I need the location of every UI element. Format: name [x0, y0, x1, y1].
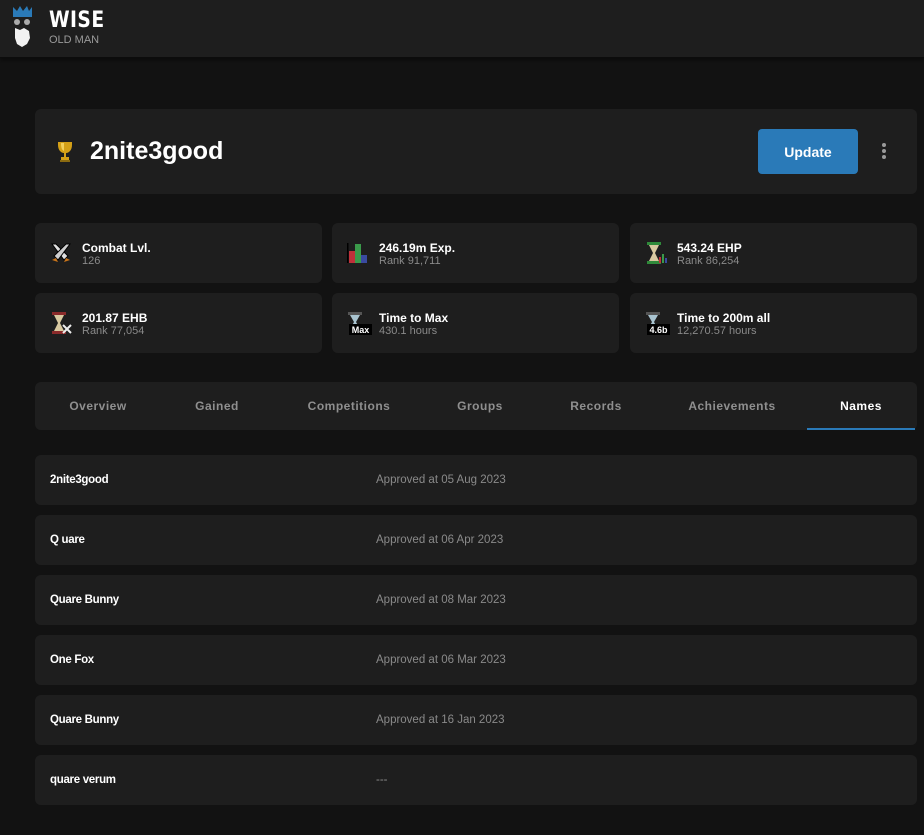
- stat-time-to-200m: 4.6b Time to 200m all 12,270.57 hours: [630, 293, 917, 353]
- tab-names[interactable]: Names: [807, 382, 915, 430]
- approved-date: Approved at 16 Jan 2023: [376, 714, 505, 726]
- stat-title: Combat Lvl.: [82, 241, 151, 255]
- stat-value: Rank 91,711: [379, 255, 441, 267]
- stat-experience: 246.19m Exp. Rank 91,711: [332, 223, 619, 283]
- stat-title: Time to Max: [379, 311, 449, 325]
- crossed-swords-icon: [49, 241, 73, 265]
- name-value: One Fox: [50, 654, 94, 666]
- stat-value: Rank 86,254: [677, 255, 740, 267]
- approved-date: Approved at 08 Mar 2023: [376, 594, 506, 606]
- name-value: quare verum: [50, 774, 116, 786]
- stat-value: 430.1 hours: [379, 325, 438, 337]
- stat-time-to-max: Max Time to Max 430.1 hours: [332, 293, 619, 353]
- stat-value: 12,270.57 hours: [677, 325, 757, 337]
- hourglass-max-icon: Max: [346, 311, 372, 335]
- player-header: 2nite3good Update: [35, 109, 917, 194]
- approved-date: Approved at 05 Aug 2023: [376, 474, 506, 486]
- hourglass-ehb-icon: [49, 311, 73, 335]
- stat-combat-level: Combat Lvl. 126: [35, 223, 322, 283]
- tab-gained[interactable]: Gained: [161, 382, 273, 430]
- name-change-row: Quare Bunny Approved at 16 Jan 2023: [35, 695, 917, 745]
- name-change-row: Quare Bunny Approved at 08 Mar 2023: [35, 575, 917, 625]
- more-options-icon[interactable]: [878, 143, 890, 163]
- wise-old-man-logo-icon[interactable]: [10, 4, 36, 50]
- brand-subtitle: OLD MAN: [49, 34, 100, 46]
- stat-title: Time to 200m all: [677, 311, 771, 325]
- tab-achievements[interactable]: Achievements: [657, 382, 807, 430]
- name-change-row: Q uare Approved at 06 Apr 2023: [35, 515, 917, 565]
- approved-date: Approved at 06 Apr 2023: [376, 534, 504, 546]
- tab-groups[interactable]: Groups: [425, 382, 535, 430]
- name-change-row: One Fox Approved at 06 Mar 2023: [35, 635, 917, 685]
- max-badge: Max: [352, 325, 370, 335]
- name-value: Quare Bunny: [50, 594, 119, 606]
- stat-value: 126: [82, 255, 101, 267]
- name-value: Quare Bunny: [50, 714, 119, 726]
- stat-title: 246.19m Exp.: [379, 241, 456, 255]
- profile-tabs: Overview Gained Competitions Groups Reco…: [35, 382, 917, 430]
- bar-chart-icon: [346, 241, 370, 265]
- update-button[interactable]: Update: [758, 129, 858, 174]
- approved-date: Approved at 06 Mar 2023: [376, 654, 506, 666]
- stat-value: Rank 77,054: [82, 325, 145, 337]
- approved-date: ---: [376, 774, 388, 786]
- 200m-badge: 4.6b: [649, 325, 668, 335]
- top-bar: WISE OLD MAN: [0, 0, 924, 58]
- name-value: 2nite3good: [50, 474, 109, 486]
- trophy-icon: [55, 141, 75, 168]
- name-value: Q uare: [50, 534, 85, 546]
- hourglass-ehp-icon: [644, 241, 668, 265]
- name-change-row: 2nite3good Approved at 05 Aug 2023: [35, 455, 917, 505]
- tab-records[interactable]: Records: [535, 382, 657, 430]
- tab-overview[interactable]: Overview: [35, 382, 161, 430]
- hourglass-200m-icon: 4.6b: [644, 311, 670, 335]
- stat-ehb: 201.87 EHB Rank 77,054: [35, 293, 322, 353]
- tab-competitions[interactable]: Competitions: [273, 382, 425, 430]
- brand-title[interactable]: WISE: [49, 8, 105, 33]
- name-change-row: quare verum ---: [35, 755, 917, 805]
- player-name: 2nite3good: [90, 137, 224, 165]
- stat-title: 201.87 EHB: [82, 311, 148, 325]
- stat-ehp: 543.24 EHP Rank 86,254: [630, 223, 917, 283]
- stat-title: 543.24 EHP: [677, 241, 742, 255]
